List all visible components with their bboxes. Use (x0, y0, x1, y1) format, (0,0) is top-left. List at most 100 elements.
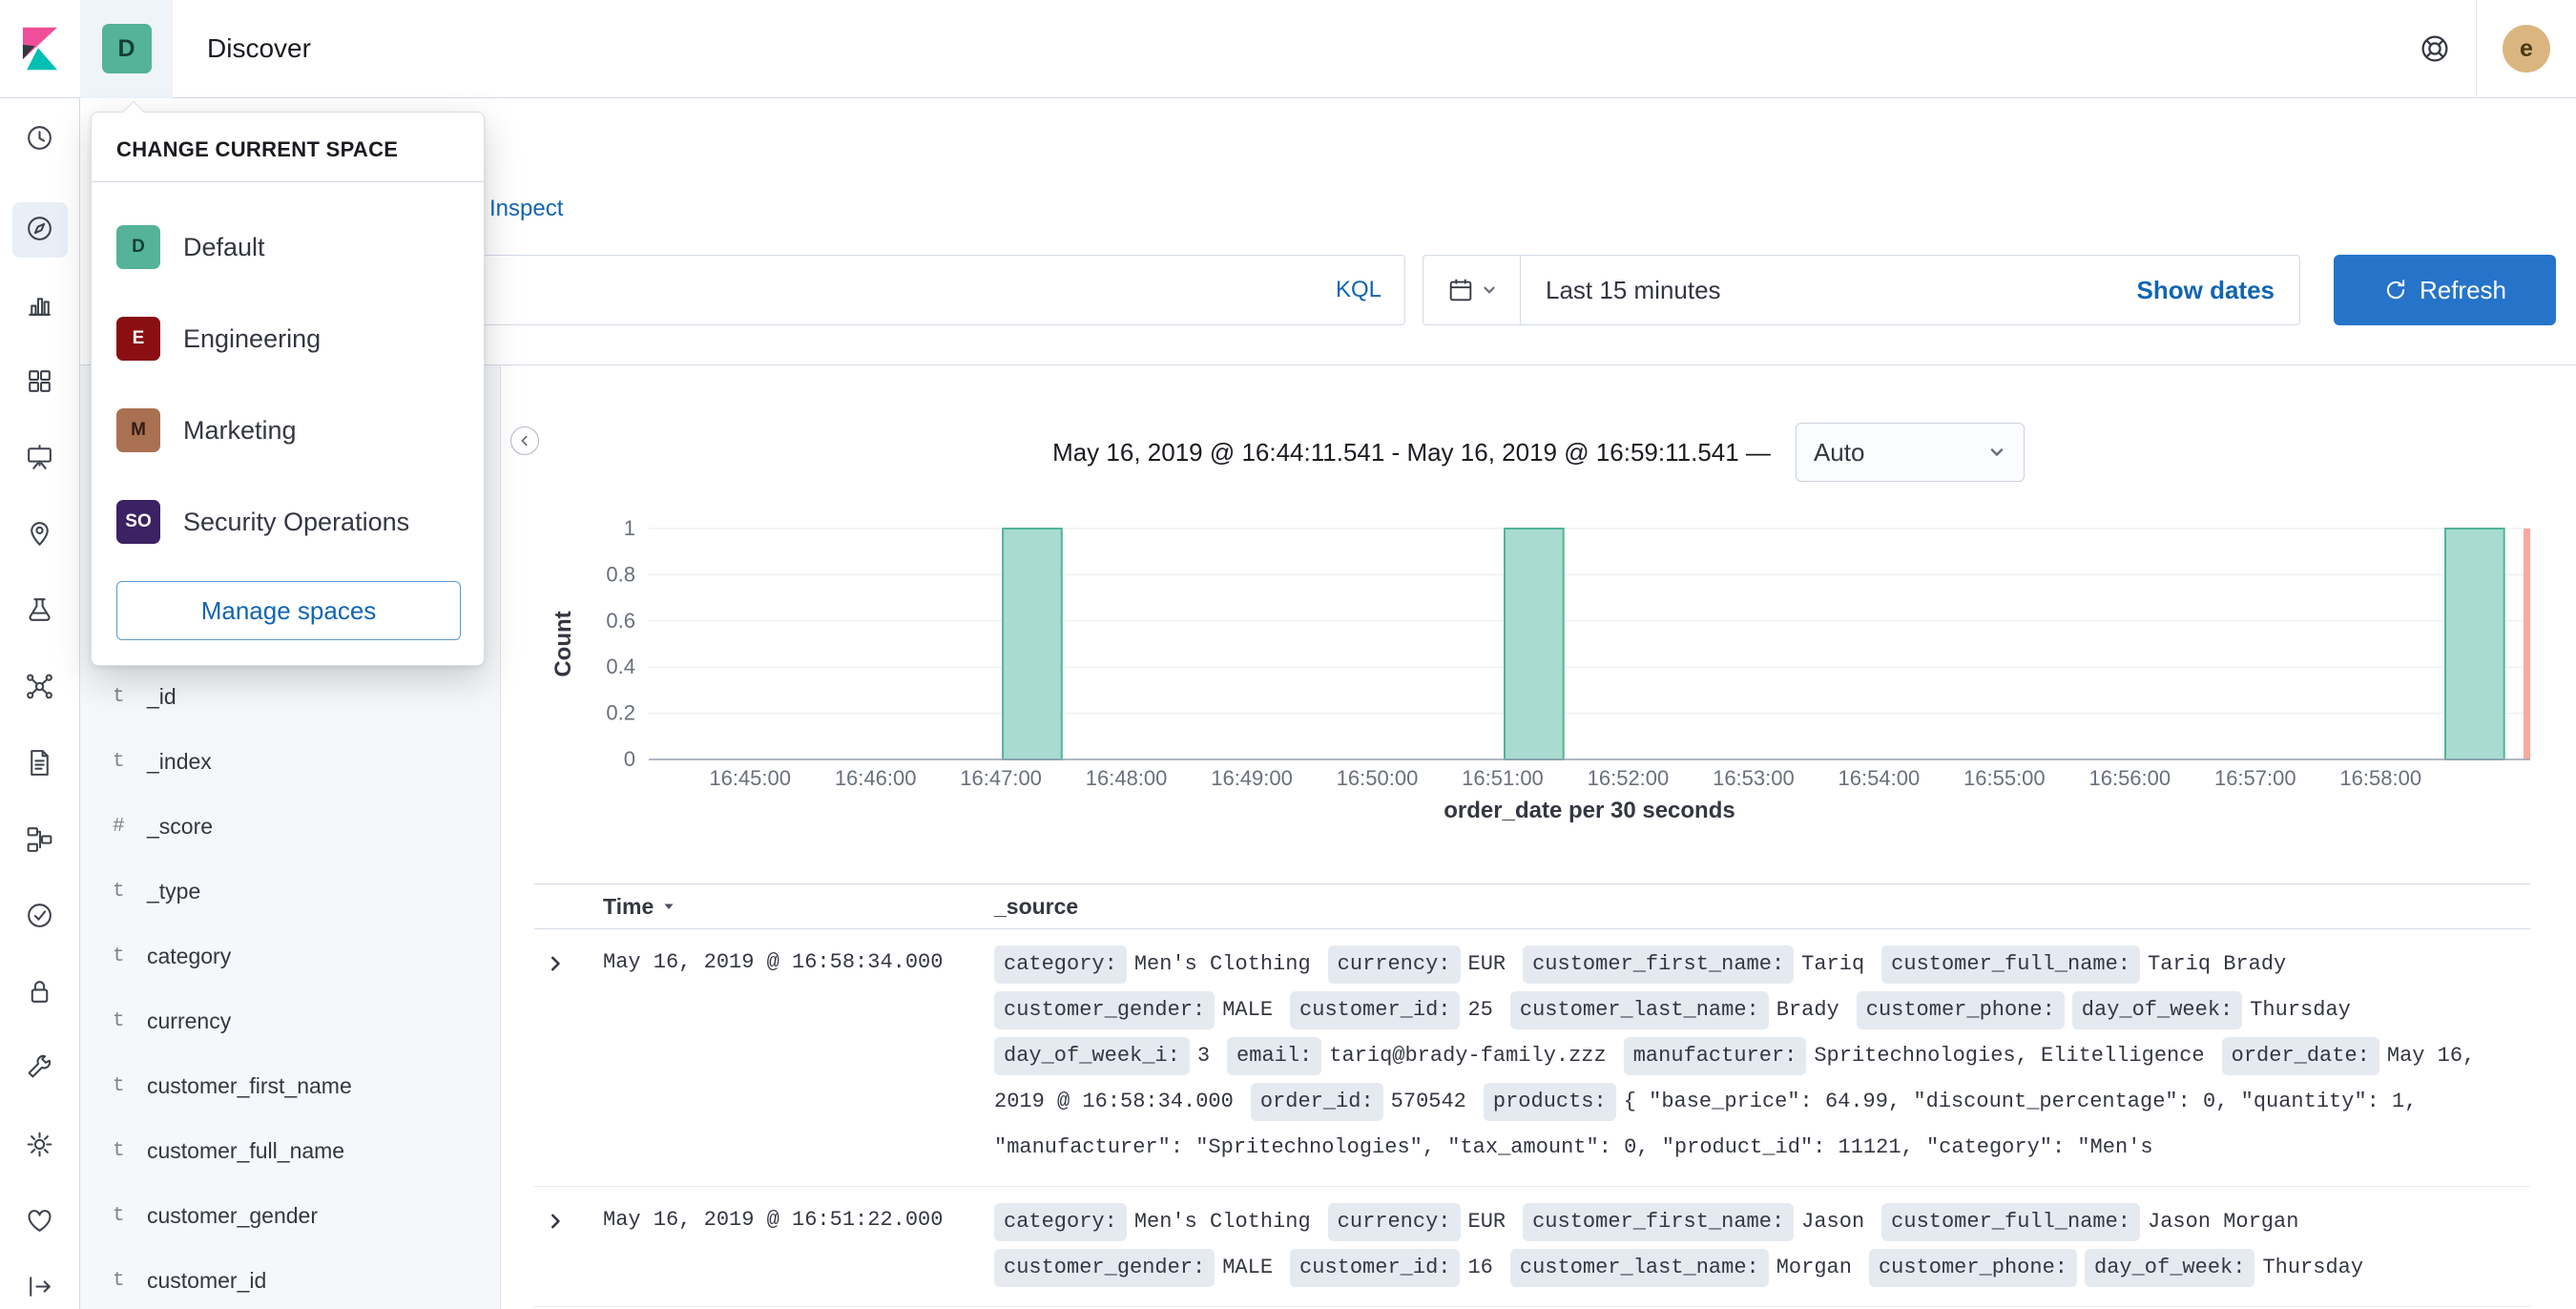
collapse-histogram-button[interactable] (510, 426, 539, 455)
field-badge: category: (994, 1203, 1127, 1241)
svg-text:0: 0 (624, 747, 635, 771)
field-item-_id[interactable]: t _id (80, 664, 500, 729)
doc-table-row: May 16, 2019 @ 16:58:34.000 category: Men'… (534, 929, 2530, 1187)
chevron-down-icon (1483, 286, 1495, 294)
nav-collapse[interactable] (12, 1260, 68, 1309)
field-type-icon: t (113, 1269, 125, 1292)
space-name: Engineering (183, 323, 322, 353)
field-badge: order_id: (1250, 1083, 1383, 1121)
kibana-logo[interactable] (0, 0, 80, 98)
nav-canvas[interactable] (12, 431, 68, 487)
nav-discover[interactable] (11, 202, 68, 258)
svg-text:16:47:00: 16:47:00 (960, 766, 1042, 790)
field-item-customer_first_name[interactable]: t customer_first_name (80, 1053, 500, 1118)
field-value: MALE (1222, 1256, 1274, 1279)
time-column-label: Time (603, 893, 654, 919)
field-item-_index[interactable]: t _index (80, 729, 500, 794)
field-item-customer_gender[interactable]: t customer_gender (80, 1183, 500, 1248)
svg-text:16:56:00: 16:56:00 (2088, 766, 2171, 790)
calendar-icon (1449, 279, 1471, 301)
histogram-chart[interactable]: 0 0.2 0.4 0.6 0.8 1 16:45:00 16:46:00 16:47:00 16… (501, 488, 2576, 832)
help-icon[interactable] (2394, 31, 2476, 66)
datepicker-calendar-button[interactable] (1423, 256, 1521, 324)
nav-infrastructure[interactable] (12, 660, 68, 716)
doc-source: category: Men's Clothing currency: EUR custo… (977, 942, 2530, 1171)
nav-stack-management[interactable] (12, 1118, 68, 1174)
svg-text:Count: Count (551, 611, 576, 676)
popover-title: CHANGE CURRENT SPACE (92, 113, 484, 182)
svg-text:16:46:00: 16:46:00 (835, 766, 917, 790)
svg-text:16:55:00: 16:55:00 (1963, 766, 2046, 790)
nav-siem[interactable] (12, 966, 68, 1021)
field-badge: day_of_week: (2085, 1249, 2255, 1287)
nav-machine-learning[interactable] (12, 584, 68, 639)
show-dates-button[interactable]: Show dates (2137, 276, 2299, 305)
space-option-default[interactable]: D Default (92, 201, 484, 293)
map-pin-icon (24, 518, 55, 552)
doc-time: May 16, 2019 @ 16:51:22.000 (603, 1208, 944, 1232)
nav-visualize[interactable] (12, 279, 68, 334)
svg-text:16:48:00: 16:48:00 (1086, 766, 1168, 790)
interval-select[interactable]: Auto (1795, 423, 2025, 482)
field-item-customer_id[interactable]: t customer_id (80, 1248, 500, 1309)
field-badge: customer_id: (1290, 1249, 1461, 1287)
svg-text:16:51:00: 16:51:00 (1462, 766, 1544, 790)
nav-apm[interactable] (12, 813, 68, 868)
field-type-icon: t (113, 685, 125, 708)
user-avatar[interactable]: e (2503, 25, 2550, 73)
svg-text:16:52:00: 16:52:00 (1588, 766, 1670, 790)
expand-row-button[interactable] (534, 942, 576, 1171)
field-name: customer_id (147, 1267, 267, 1293)
grid-icon (24, 365, 55, 400)
nav-monitoring[interactable] (12, 1195, 68, 1250)
field-item-customer_full_name[interactable]: t customer_full_name (80, 1118, 500, 1183)
nav-maps[interactable] (12, 508, 68, 563)
field-value: Jason Morgan (2148, 1210, 2299, 1234)
refresh-button[interactable]: Refresh (2334, 255, 2556, 325)
time-column-header[interactable]: Time (576, 894, 977, 920)
field-badge: customer_gender: (994, 1249, 1215, 1287)
field-value: Brady (1776, 998, 1839, 1022)
header-right: e (2394, 0, 2576, 98)
space-option-marketing[interactable]: M Marketing (92, 384, 484, 476)
field-type-icon: # (113, 815, 125, 838)
field-value: Men's Clothing (1133, 1210, 1311, 1234)
source-column-label: _source (994, 893, 1079, 919)
manage-spaces-button[interactable]: Manage spaces (116, 581, 461, 640)
field-badge: order_date: (2221, 1037, 2379, 1075)
field-value: 16 (1467, 1256, 1493, 1279)
time-range-value[interactable]: Last 15 minutes (1521, 276, 2137, 305)
chevron-down-icon (1990, 448, 2004, 457)
nav-logs[interactable] (12, 737, 68, 792)
field-name: _type (147, 878, 201, 904)
field-badge: day_of_week_i: (994, 1037, 1190, 1075)
field-type-icon: t (113, 750, 125, 773)
nav-dashboard[interactable] (12, 355, 68, 410)
field-name: customer_full_name (147, 1137, 345, 1163)
space-option-security-operations[interactable]: SO Security Operations (92, 476, 484, 568)
field-item-_score[interactable]: # _score (80, 794, 500, 859)
field-badge: customer_phone: (1856, 991, 2065, 1029)
field-name: _id (147, 683, 177, 709)
hierarchy-icon (24, 823, 55, 858)
field-badge: customer_last_name: (1509, 1249, 1769, 1287)
nav-uptime[interactable] (12, 889, 68, 945)
field-item-category[interactable]: t category (80, 924, 500, 988)
toolbar-link-inspect[interactable]: Inspect (489, 196, 563, 222)
field-badge: customer_first_name: (1523, 945, 1795, 984)
nav-dev-tools[interactable] (12, 1042, 68, 1097)
field-name: customer_first_name (147, 1072, 352, 1098)
field-name: _index (147, 748, 212, 774)
space-option-engineering[interactable]: E Engineering (92, 293, 484, 384)
field-item-_type[interactable]: t _type (80, 859, 500, 924)
kql-language-button[interactable]: KQL (1336, 277, 1381, 303)
space-switcher-button[interactable]: D (101, 24, 152, 73)
field-badge: customer_gender: (994, 991, 1215, 1029)
expand-row-button[interactable] (534, 1199, 576, 1291)
nav-recently-viewed[interactable] (12, 112, 68, 167)
compass-icon (24, 213, 55, 247)
field-value: tariq@brady-family.zzz (1329, 1044, 1607, 1068)
field-item-currency[interactable]: t currency (80, 988, 500, 1053)
svg-text:0.8: 0.8 (606, 562, 635, 586)
field-badge: customer_phone: (1868, 1249, 2077, 1287)
